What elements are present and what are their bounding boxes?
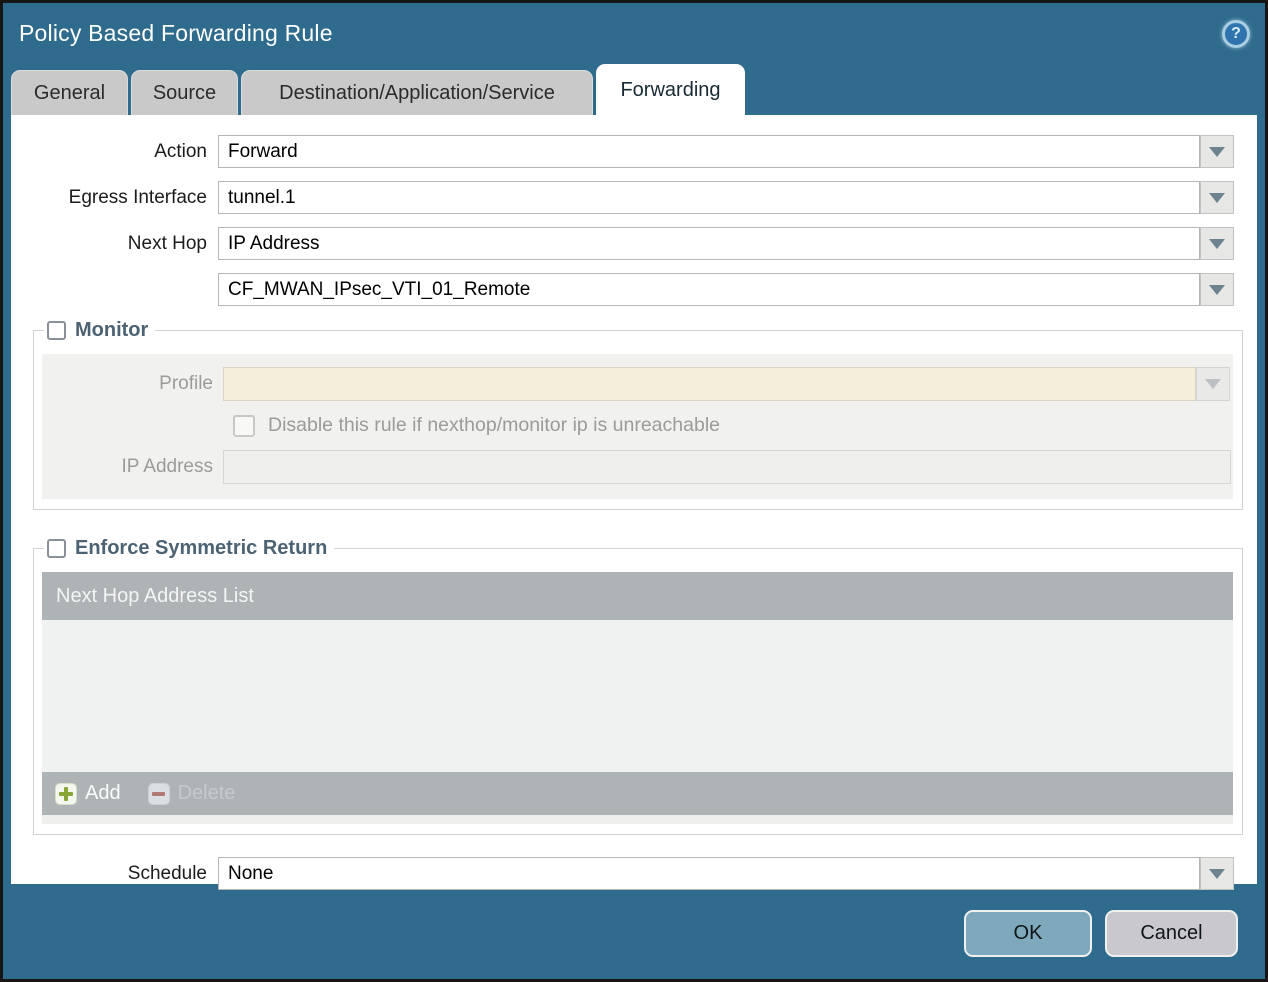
next-hop-dropdown-button[interactable] — [1200, 227, 1234, 260]
profile-dropdown-button — [1196, 367, 1230, 401]
disable-rule-checkbox[interactable] — [233, 414, 255, 437]
add-button-label: Add — [85, 782, 121, 804]
symmetric-return-group: Enforce Symmetric Return Next Hop Addres… — [33, 537, 1243, 835]
monitor-legend: Monitor — [44, 319, 155, 342]
monitor-group: Monitor Profile Disable this rule if nex… — [33, 319, 1243, 510]
symmetric-return-checkbox[interactable] — [47, 539, 66, 558]
disable-rule-row: Disable this rule if nexthop/monitor ip … — [233, 414, 1233, 437]
monitor-ip-label: IP Address — [121, 456, 213, 477]
help-icon[interactable]: ? — [1222, 19, 1250, 48]
profile-row: Profile — [42, 367, 1233, 401]
schedule-row: Schedule None — [11, 857, 1234, 890]
table-scroll-strip — [42, 815, 1233, 824]
tab-source[interactable]: Source — [131, 70, 238, 115]
next-hop-row: Next Hop IP Address — [11, 227, 1234, 260]
next-hop-address-row: CF_MWAN_IPsec_VTI_01_Remote — [11, 273, 1234, 306]
next-hop-label: Next Hop — [127, 232, 207, 254]
next-hop-type-select[interactable]: IP Address — [218, 227, 1200, 260]
profile-select — [223, 367, 1196, 401]
monitor-ip-row: IP Address — [42, 450, 1233, 484]
dialog-title: Policy Based Forwarding Rule — [19, 20, 333, 46]
action-select[interactable]: Forward — [218, 135, 1200, 168]
delete-button-label: Delete — [177, 782, 236, 804]
monitor-ip-input — [223, 450, 1231, 484]
egress-interface-label: Egress Interface — [68, 186, 207, 208]
cancel-button[interactable]: Cancel — [1105, 910, 1238, 957]
egress-interface-row: Egress Interface tunnel.1 — [11, 181, 1234, 214]
symmetric-return-legend: Enforce Symmetric Return — [44, 537, 334, 560]
symmetric-return-title: Enforce Symmetric Return — [75, 537, 328, 559]
action-label: Action — [154, 140, 207, 162]
tab-general[interactable]: General — [11, 70, 128, 115]
dialog-titlebar: Policy Based Forwarding Rule ? — [3, 3, 1265, 64]
tab-bar: General Source Destination/Application/S… — [3, 64, 1265, 115]
schedule-select[interactable]: None — [218, 857, 1200, 890]
monitor-checkbox[interactable] — [47, 321, 66, 340]
schedule-dropdown-button[interactable] — [1200, 857, 1234, 890]
next-hop-address-select[interactable]: CF_MWAN_IPsec_VTI_01_Remote — [218, 273, 1200, 306]
dialog-content: Action Forward Egress Interface tunnel.1… — [11, 115, 1257, 890]
plus-icon — [55, 782, 77, 805]
egress-interface-dropdown-button[interactable] — [1200, 181, 1234, 214]
add-button[interactable]: Add — [55, 782, 121, 805]
chevron-down-icon — [1209, 192, 1225, 203]
table-toolbar: Add Delete — [42, 772, 1233, 815]
monitor-title: Monitor — [75, 319, 149, 341]
action-row: Action Forward — [11, 135, 1234, 168]
ok-button[interactable]: OK — [964, 910, 1092, 957]
policy-based-forwarding-dialog: Policy Based Forwarding Rule ? General S… — [0, 0, 1268, 982]
dialog-footer: OK Cancel — [3, 884, 1265, 979]
egress-interface-select[interactable]: tunnel.1 — [218, 181, 1200, 214]
tab-destination-application-service[interactable]: Destination/Application/Service — [241, 70, 593, 115]
disable-rule-label: Disable this rule if nexthop/monitor ip … — [268, 414, 720, 436]
profile-label: Profile — [159, 373, 213, 394]
next-hop-address-dropdown-button[interactable] — [1200, 273, 1234, 306]
next-hop-address-table: Next Hop Address List Add Delete — [42, 572, 1233, 824]
monitor-panel: Profile Disable this rule if nexthop/mon… — [42, 354, 1233, 499]
action-dropdown-button[interactable] — [1200, 135, 1234, 168]
chevron-down-icon — [1209, 146, 1225, 157]
chevron-down-icon — [1205, 379, 1221, 389]
minus-icon — [147, 782, 170, 805]
chevron-down-icon — [1209, 868, 1225, 879]
delete-button[interactable]: Delete — [147, 782, 236, 805]
tab-forwarding[interactable]: Forwarding — [596, 64, 745, 115]
chevron-down-icon — [1209, 284, 1225, 295]
table-body[interactable] — [42, 620, 1233, 772]
table-header: Next Hop Address List — [42, 572, 1233, 620]
schedule-label: Schedule — [127, 862, 207, 884]
chevron-down-icon — [1209, 238, 1225, 249]
